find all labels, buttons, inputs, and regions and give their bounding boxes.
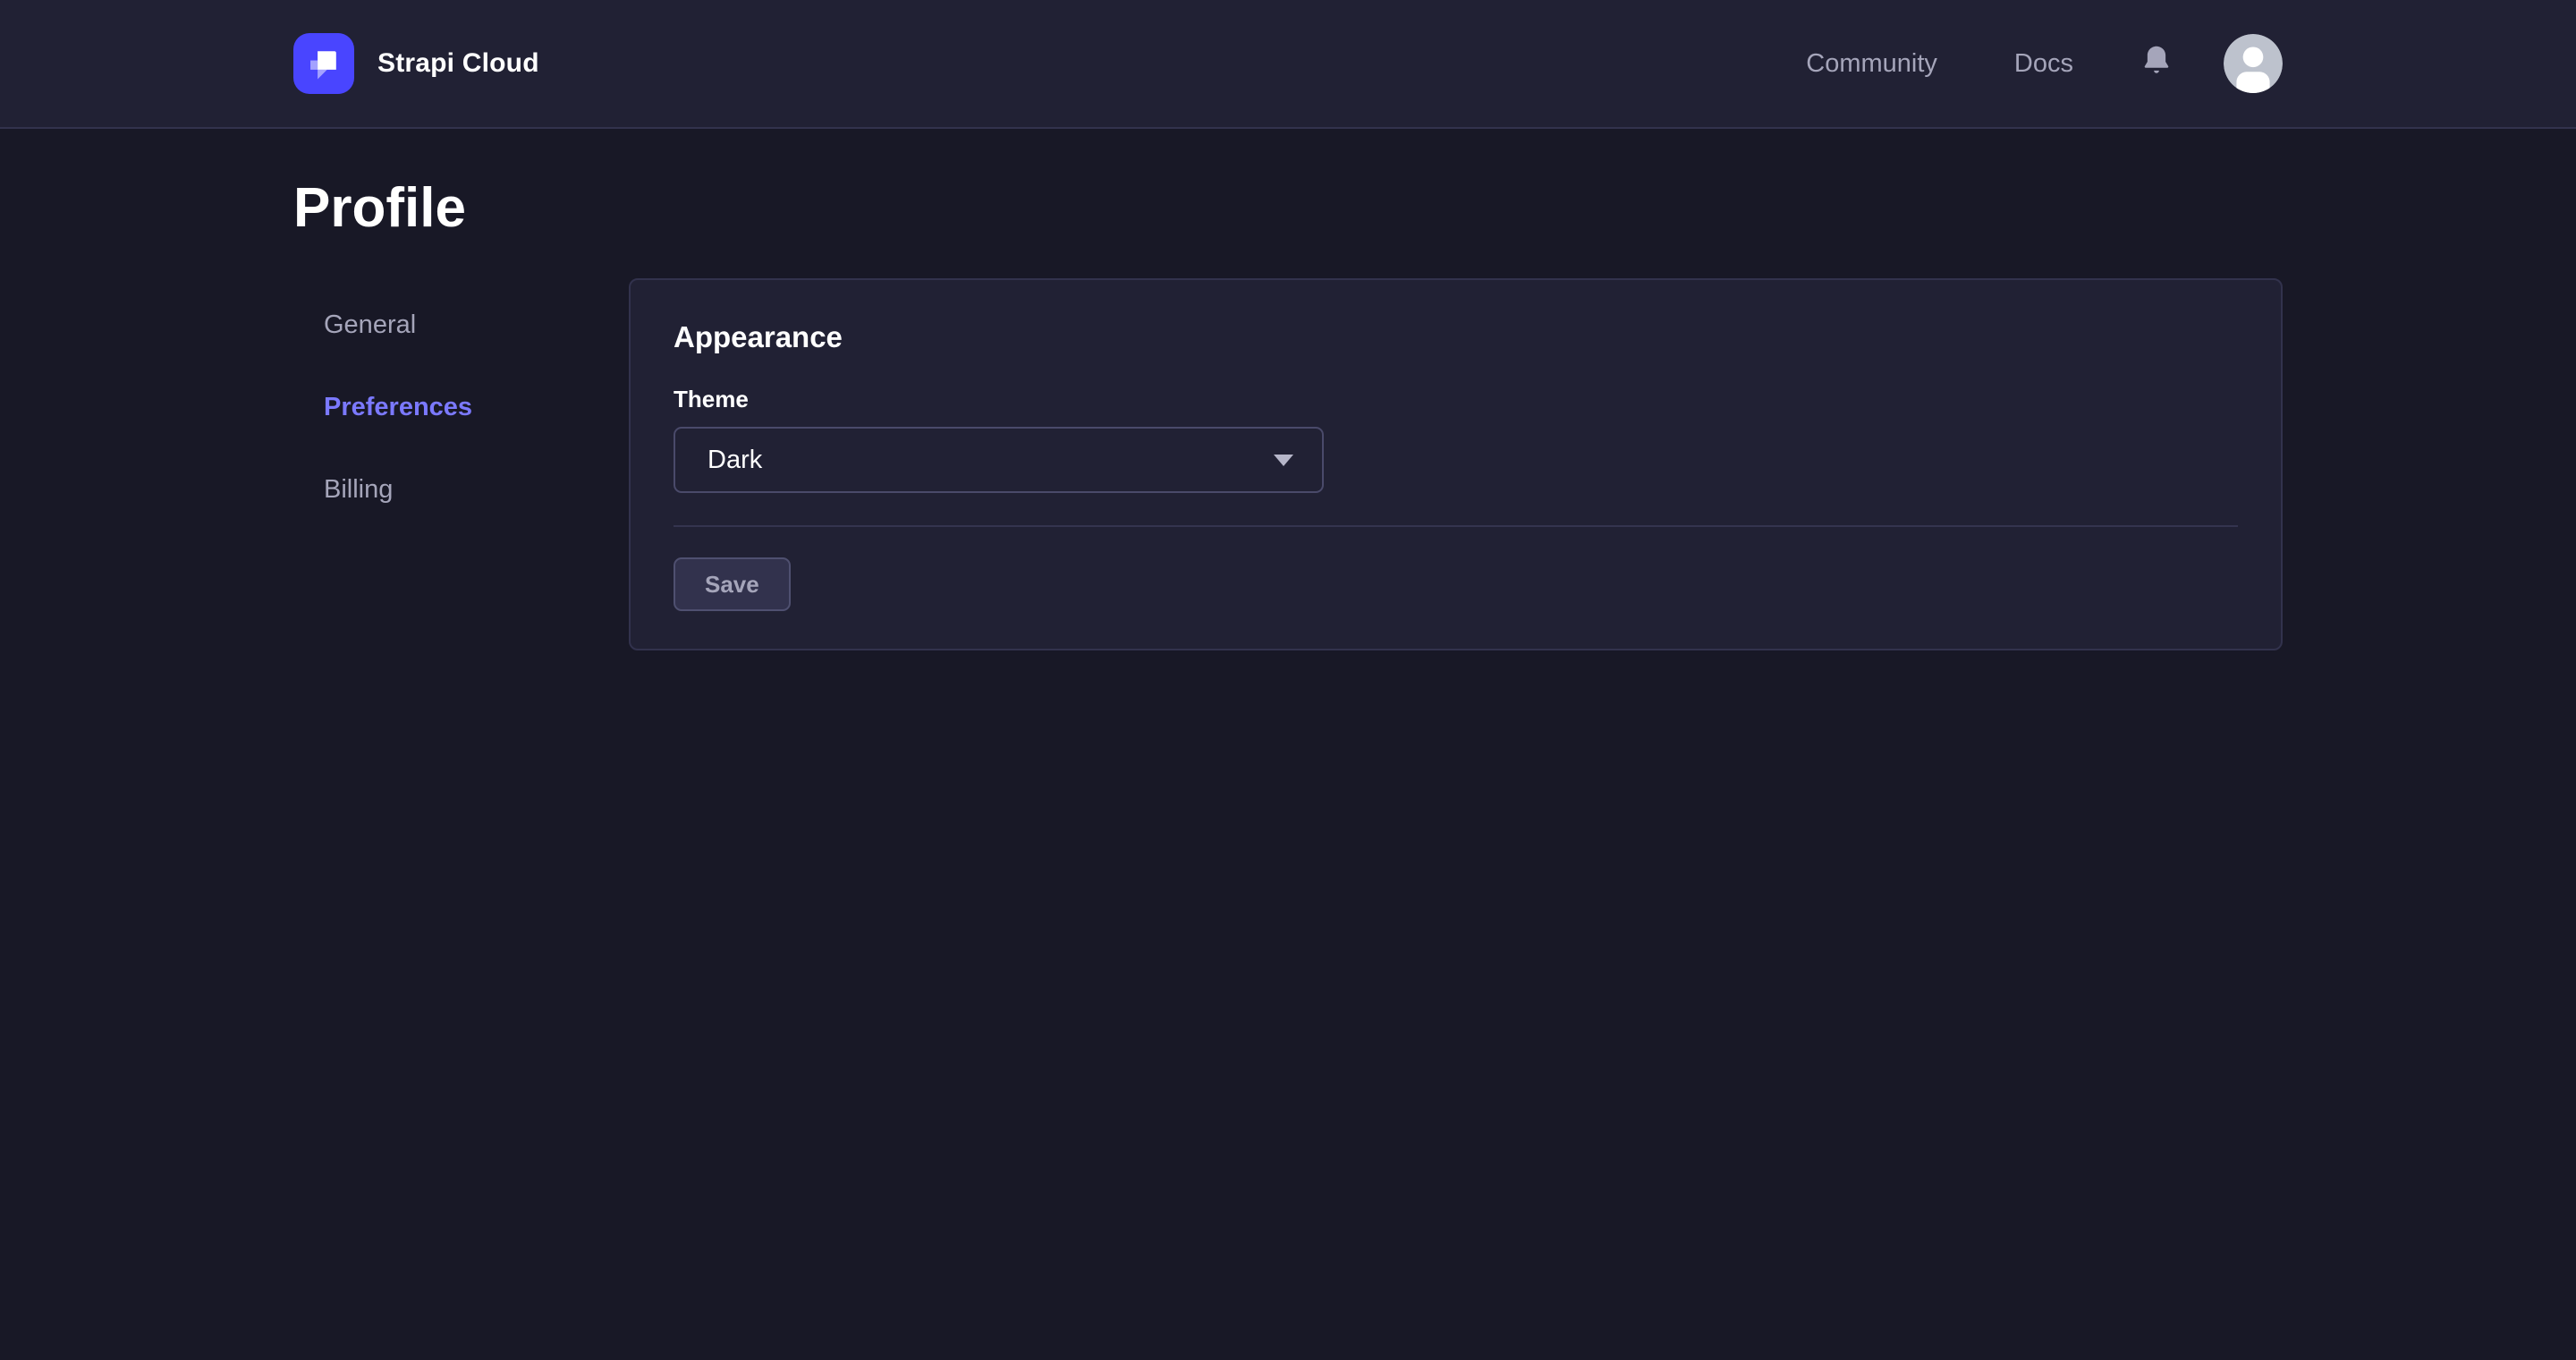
profile-page: Profile General Preferences Billing Appe… [0,129,2576,651]
appearance-card-title: Appearance [674,320,843,354]
brand-name: Strapi Cloud [377,48,539,78]
card-divider [674,525,2238,528]
brand-home-link[interactable]: Strapi Cloud [293,33,539,94]
header-nav: Community Docs [1806,34,2283,93]
save-button[interactable]: Save [674,557,791,612]
notifications-button[interactable] [2140,44,2174,84]
sidebar-item-general[interactable]: General [293,284,629,366]
profile-section-nav: General Preferences Billing [293,278,629,531]
sidebar-item-billing[interactable]: Billing [293,448,629,531]
theme-selected-value: Dark [708,445,763,474]
top-navbar: Strapi Cloud Community Docs [0,0,2576,129]
nav-link-docs[interactable]: Docs [2014,49,2073,79]
nav-link-community[interactable]: Community [1806,49,1937,79]
sidebar-item-preferences[interactable]: Preferences [293,366,629,448]
theme-select[interactable]: Dark [674,427,1324,494]
appearance-card: Appearance Theme Dark Save [629,278,2283,651]
page-title: Profile [293,177,466,239]
theme-field-label: Theme [674,386,749,413]
strapi-logo-icon [293,33,354,94]
user-menu-button[interactable] [2224,34,2283,93]
bell-icon [2140,44,2174,84]
chevron-down-icon [1274,454,1293,466]
user-avatar-icon [2224,34,2283,93]
